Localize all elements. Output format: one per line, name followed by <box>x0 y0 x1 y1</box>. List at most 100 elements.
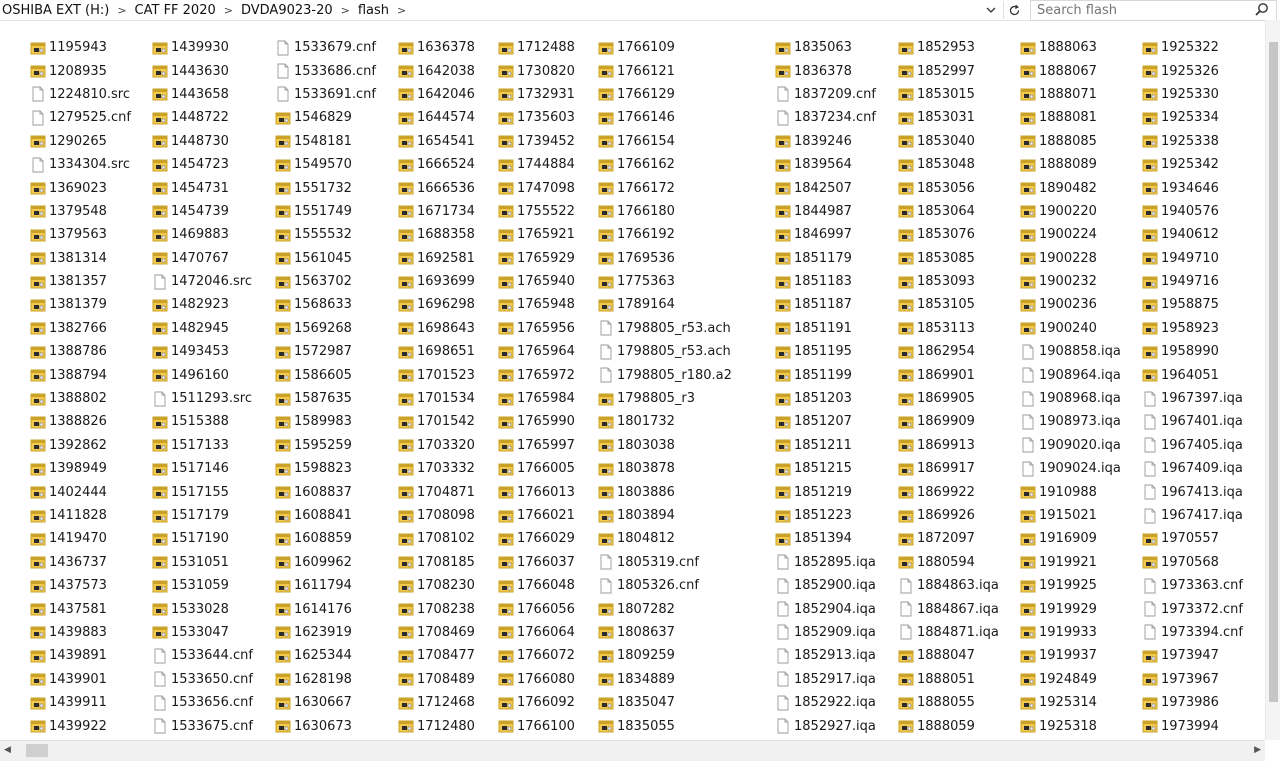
file-item[interactable]: 1290265 <box>30 130 131 153</box>
file-item[interactable]: 1853056 <box>898 176 999 199</box>
file-item[interactable]: 1511293.src <box>152 387 253 410</box>
file-item[interactable]: 1973994 <box>1142 714 1243 737</box>
file-item[interactable]: 1517133 <box>152 434 253 457</box>
file-item[interactable]: 1439901 <box>30 668 131 691</box>
file-item[interactable]: 1967405.iqa <box>1142 434 1243 457</box>
file-item[interactable]: 1546829 <box>275 106 376 129</box>
file-item[interactable]: 1388786 <box>30 340 131 363</box>
file-item[interactable]: 1967409.iqa <box>1142 457 1243 480</box>
scroll-right-icon[interactable]: ▶ <box>1254 745 1261 755</box>
file-item[interactable]: 1208935 <box>30 59 131 82</box>
file-item[interactable]: 1888071 <box>1020 83 1121 106</box>
file-item[interactable]: 1482923 <box>152 293 253 316</box>
file-item[interactable]: 1469883 <box>152 223 253 246</box>
file-item[interactable]: 1909020.iqa <box>1020 434 1121 457</box>
file-item[interactable]: 1766037 <box>498 551 575 574</box>
file-item[interactable]: 1839564 <box>775 153 876 176</box>
file-item[interactable]: 1766048 <box>498 574 575 597</box>
file-item[interactable]: 1940576 <box>1142 200 1243 223</box>
file-item[interactable]: 1693699 <box>398 270 475 293</box>
file-item[interactable]: 1533675.cnf <box>152 714 253 737</box>
file-item[interactable]: 1869905 <box>898 387 999 410</box>
file-item[interactable]: 1472046.src <box>152 270 253 293</box>
file-item[interactable]: 1755522 <box>498 200 575 223</box>
file-item[interactable]: 1533656.cnf <box>152 691 253 714</box>
breadcrumb-folder-cat-ff-2020[interactable]: CAT FF 2020 <box>133 3 218 18</box>
file-item[interactable]: 1908973.iqa <box>1020 410 1121 433</box>
file-item[interactable]: 1766146 <box>598 106 732 129</box>
file-item[interactable]: 1853113 <box>898 317 999 340</box>
file-item[interactable]: 1701523 <box>398 363 475 386</box>
file-item[interactable]: 1443630 <box>152 59 253 82</box>
file-item[interactable]: 1851203 <box>775 387 876 410</box>
file-item[interactable]: 1853031 <box>898 106 999 129</box>
file-item[interactable]: 1766172 <box>598 176 732 199</box>
file-item[interactable]: 1925322 <box>1142 36 1243 59</box>
file-item[interactable]: 1798805_r53.ach <box>598 317 732 340</box>
file-item[interactable]: 1803038 <box>598 434 732 457</box>
file-item[interactable]: 1436737 <box>30 551 131 574</box>
file-item[interactable]: 1766072 <box>498 644 575 667</box>
file-item[interactable]: 1392862 <box>30 434 131 457</box>
file-item[interactable]: 1910988 <box>1020 480 1121 503</box>
file-item[interactable]: 1448730 <box>152 130 253 153</box>
file-item[interactable]: 1809259 <box>598 644 732 667</box>
file-item[interactable]: 1880594 <box>898 551 999 574</box>
file-item[interactable]: 1805326.cnf <box>598 574 732 597</box>
file-item[interactable]: 1765956 <box>498 317 575 340</box>
file-item[interactable]: 1439891 <box>30 644 131 667</box>
file-item[interactable]: 1851179 <box>775 247 876 270</box>
file-item[interactable]: 1493453 <box>152 340 253 363</box>
file-item[interactable]: 1836378 <box>775 59 876 82</box>
file-item[interactable]: 1884867.iqa <box>898 597 999 620</box>
file-item[interactable]: 1964051 <box>1142 363 1243 386</box>
file-item[interactable]: 1958875 <box>1142 293 1243 316</box>
file-item[interactable]: 1708469 <box>398 621 475 644</box>
file-item[interactable]: 1448722 <box>152 106 253 129</box>
file-item[interactable]: 1766109 <box>598 36 732 59</box>
file-item[interactable]: 1835047 <box>598 691 732 714</box>
file-item[interactable]: 1888059 <box>898 714 999 737</box>
file-item[interactable]: 1551732 <box>275 176 376 199</box>
file-item[interactable]: 1708102 <box>398 527 475 550</box>
file-item[interactable]: 1916909 <box>1020 527 1121 550</box>
file-item[interactable]: 1909024.iqa <box>1020 457 1121 480</box>
file-item[interactable]: 1852917.iqa <box>775 668 876 691</box>
file-item[interactable]: 1765964 <box>498 340 575 363</box>
file-item[interactable]: 1862954 <box>898 340 999 363</box>
file-item[interactable]: 1379563 <box>30 223 131 246</box>
file-item[interactable]: 1628198 <box>275 668 376 691</box>
file-item[interactable]: 1549570 <box>275 153 376 176</box>
file-item[interactable]: 1766005 <box>498 457 575 480</box>
vertical-scroll-thumb[interactable] <box>1269 42 1278 702</box>
file-item[interactable]: 1837209.cnf <box>775 83 876 106</box>
breadcrumb-folder-dvda[interactable]: DVDA9023-20 <box>239 3 335 18</box>
file-item[interactable]: 1837234.cnf <box>775 106 876 129</box>
file-item[interactable]: 1765921 <box>498 223 575 246</box>
file-item[interactable]: 1851191 <box>775 317 876 340</box>
file-item[interactable]: 1908964.iqa <box>1020 363 1121 386</box>
file-item[interactable]: 1851211 <box>775 434 876 457</box>
file-item[interactable]: 1708098 <box>398 504 475 527</box>
file-item[interactable]: 1561045 <box>275 247 376 270</box>
file-item[interactable]: 1908858.iqa <box>1020 340 1121 363</box>
file-item[interactable]: 1958923 <box>1142 317 1243 340</box>
file-item[interactable]: 1765990 <box>498 410 575 433</box>
file-item[interactable]: 1805319.cnf <box>598 551 732 574</box>
file-item[interactable]: 1852909.iqa <box>775 621 876 644</box>
scroll-left-icon[interactable]: ◀ <box>4 745 11 755</box>
file-item[interactable]: 1973372.cnf <box>1142 597 1243 620</box>
file-item[interactable]: 1482945 <box>152 317 253 340</box>
chevron-down-icon[interactable] <box>982 1 1000 19</box>
file-item[interactable]: 1851207 <box>775 410 876 433</box>
file-item[interactable]: 1533047 <box>152 621 253 644</box>
file-item[interactable]: 1940612 <box>1142 223 1243 246</box>
file-item[interactable]: 1766100 <box>498 714 575 737</box>
file-item[interactable]: 1808637 <box>598 621 732 644</box>
file-item[interactable]: 1801732 <box>598 410 732 433</box>
file-item[interactable]: 1533691.cnf <box>275 83 376 106</box>
file-item[interactable]: 1869922 <box>898 480 999 503</box>
file-item[interactable]: 1973967 <box>1142 668 1243 691</box>
file-item[interactable]: 1973986 <box>1142 691 1243 714</box>
file-item[interactable]: 1834889 <box>598 668 732 691</box>
